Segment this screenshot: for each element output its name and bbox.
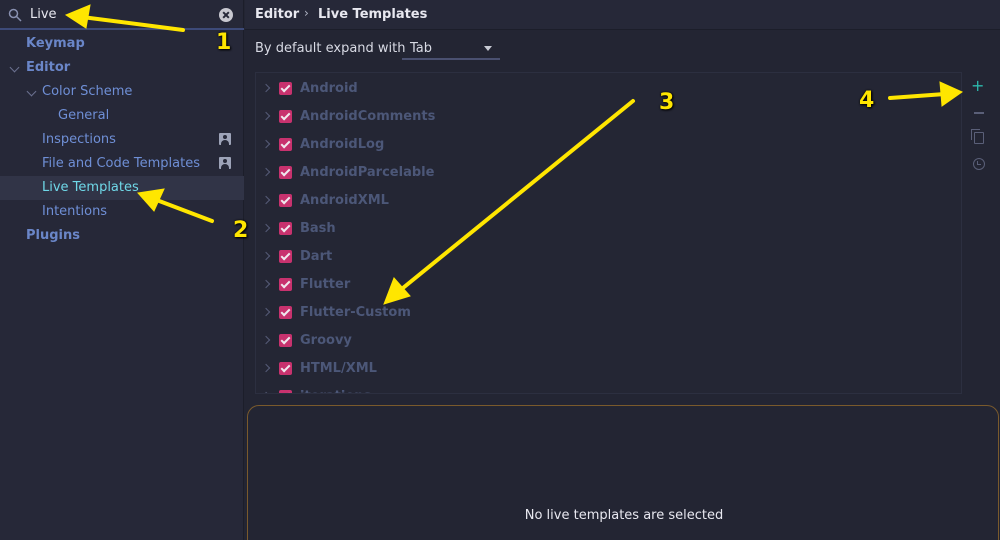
annotation-arrows xyxy=(64,4,964,305)
settings-window: Live Keymap Editor Color Scheme General … xyxy=(0,0,1000,540)
annotation-number-3: 3 xyxy=(659,90,675,115)
annotation-number-1: 1 xyxy=(216,30,232,55)
annotation-number-4: 4 xyxy=(859,88,875,113)
annotation-number-2: 2 xyxy=(233,218,249,243)
